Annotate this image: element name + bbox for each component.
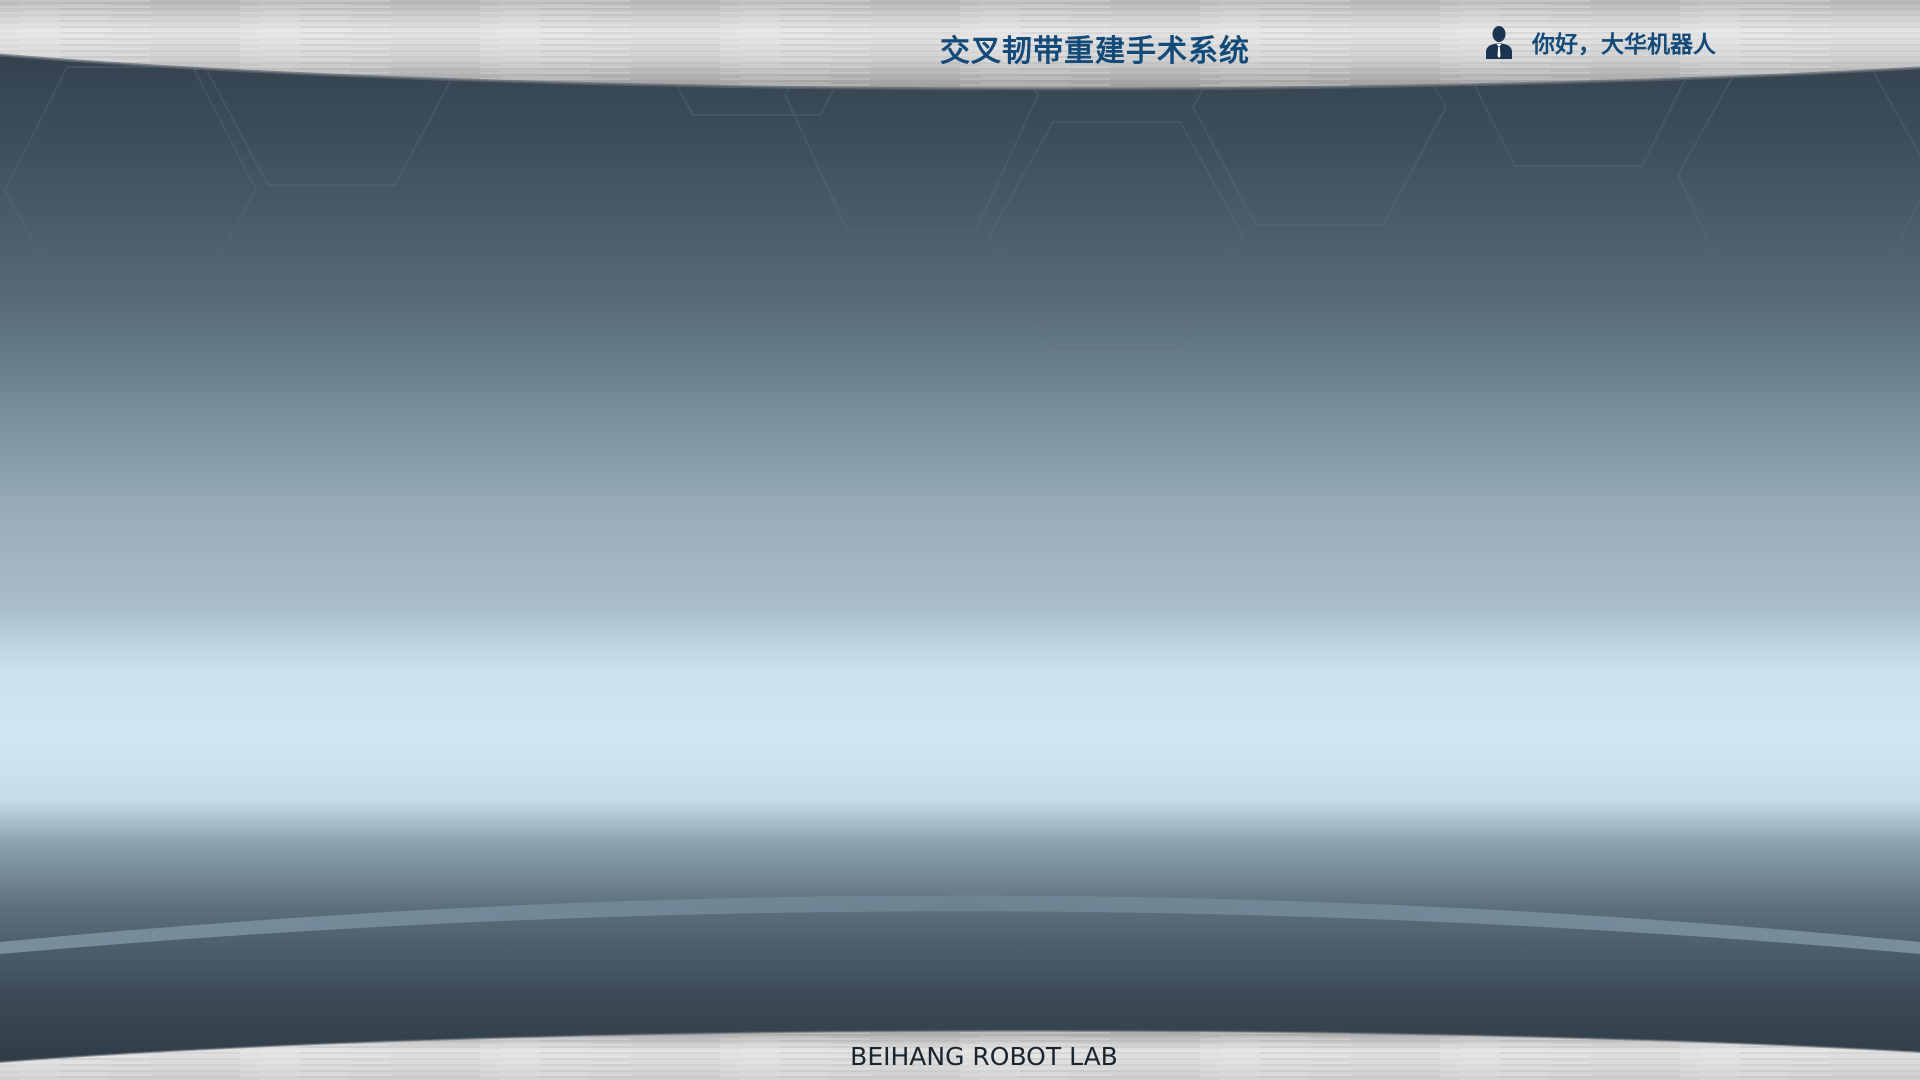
app-window: 交叉韧带重建手术系统 你好，大华机器人 BEIHANG ROBOT LAB: [0, 0, 1920, 1080]
background: [0, 0, 1920, 1080]
user-area[interactable]: 你好，大华机器人: [1484, 24, 1716, 60]
user-icon: [1486, 26, 1512, 59]
footer-lab-name: BEIHANG ROBOT LAB: [850, 1042, 1118, 1071]
user-greeting: 你好，大华机器人: [1532, 32, 1716, 58]
